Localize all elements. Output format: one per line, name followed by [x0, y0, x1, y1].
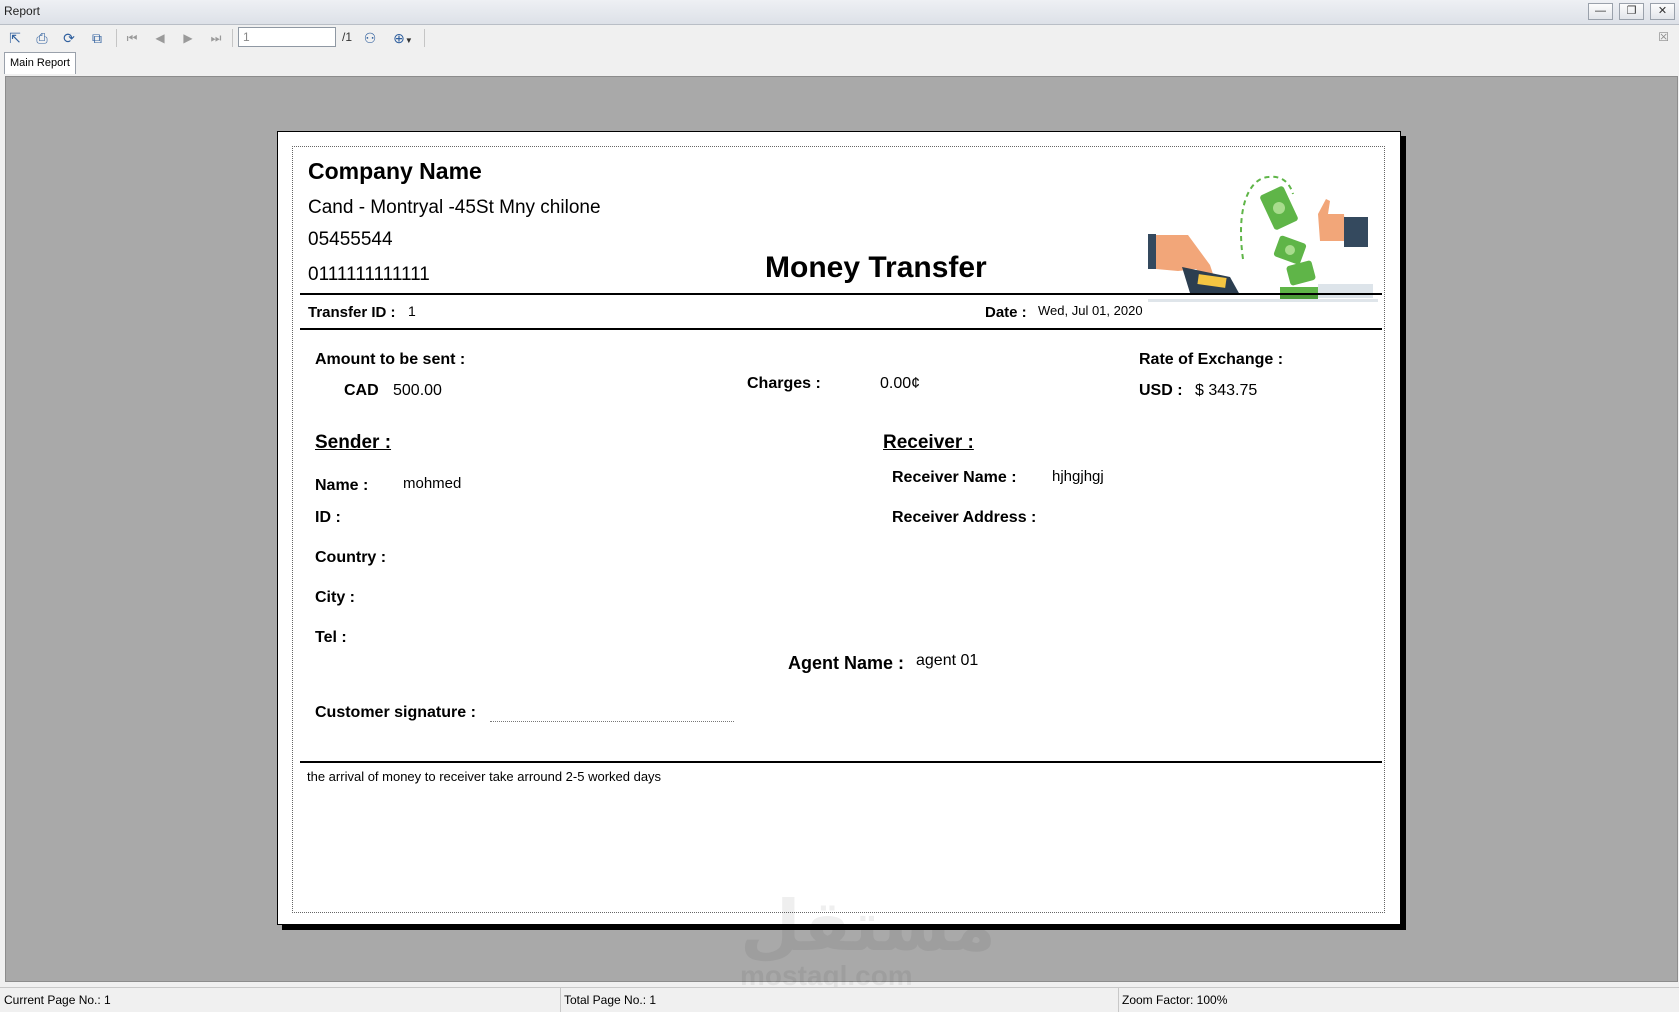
report-frame: Company Name Cand - Montryal -45St Mny c…	[292, 146, 1385, 913]
company-name: Company Name	[308, 158, 482, 184]
page-total-label: /1	[342, 30, 353, 44]
delivery-note: the arrival of money to receiver take ar…	[307, 769, 662, 784]
close-button[interactable]: ✕	[1650, 3, 1675, 20]
currency-label: CAD	[344, 382, 379, 399]
next-page-icon[interactable]: ▶	[178, 29, 198, 47]
prev-page-icon[interactable]: ◀	[150, 29, 170, 47]
last-page-icon[interactable]: ⏭	[206, 29, 226, 47]
window-titlebar: Report — ❐ ✕	[0, 0, 1679, 25]
signature-label: Customer signature :	[315, 704, 476, 721]
minimize-button[interactable]: —	[1588, 3, 1613, 20]
charges-label: Charges :	[747, 375, 821, 392]
find-icon[interactable]: ⚇	[360, 29, 380, 47]
receiver-heading: Receiver :	[883, 432, 974, 453]
copy-icon[interactable]: ⧉	[87, 29, 107, 47]
date-value: Wed, Jul 01, 2020	[1038, 303, 1143, 318]
date-label: Date :	[985, 304, 1027, 321]
status-bar: Current Page No.: 1 Total Page No.: 1 Zo…	[0, 987, 1679, 1012]
page-number-input[interactable]	[238, 27, 336, 47]
transfer-id-value: 1	[408, 303, 416, 319]
info-divider	[300, 328, 1382, 330]
company-phone: 05455544	[308, 229, 393, 250]
export-icon[interactable]: ⇱	[5, 29, 25, 47]
transfer-id-label: Transfer ID :	[308, 304, 396, 321]
status-current-page: Current Page No.: 1	[4, 993, 111, 1007]
agent-name-label: Agent Name :	[788, 653, 905, 673]
receiver-name-label: Receiver Name :	[892, 469, 1017, 486]
charges-value: 0.00¢	[880, 375, 921, 392]
company-address: Cand - Montryal -45St Mny chilone	[308, 197, 601, 218]
sender-name-value: mohmed	[403, 475, 462, 492]
footer-divider	[300, 761, 1382, 763]
watermark-arabic: مستقل	[740, 885, 997, 967]
receiver-name-value: hjhgjhgj	[1052, 468, 1104, 485]
company-phone-alt: 0111111111111	[308, 264, 430, 285]
money-transfer-illustration	[1148, 175, 1378, 302]
sender-id-label: ID :	[315, 509, 341, 526]
sender-tel-label: Tel :	[315, 629, 347, 646]
window-title: Report	[4, 4, 41, 18]
first-page-icon[interactable]: ⏮	[122, 29, 142, 47]
sender-city-label: City :	[315, 589, 355, 606]
sender-heading: Sender :	[315, 432, 392, 453]
zoom-icon[interactable]: ⊕▼	[388, 29, 418, 47]
receiver-address-label: Receiver Address :	[892, 509, 1037, 526]
signature-line	[490, 721, 734, 722]
tab-main-report[interactable]: Main Report	[4, 52, 76, 74]
header-divider	[300, 293, 1382, 295]
report-title: Money Transfer	[765, 251, 987, 284]
panel-close-icon[interactable]: ☒	[1658, 30, 1669, 44]
report-page: Company Name Cand - Montryal -45St Mny c…	[277, 131, 1401, 925]
amount-value: 500.00	[393, 382, 442, 399]
restore-button[interactable]: ❐	[1619, 3, 1644, 20]
status-zoom: Zoom Factor: 100%	[1122, 993, 1228, 1007]
print-icon[interactable]: ⎙	[32, 29, 52, 47]
usd-label: USD :	[1139, 382, 1183, 399]
agent-name-value: agent 01	[916, 652, 979, 669]
usd-value: $ 343.75	[1195, 382, 1258, 399]
sender-name-label: Name :	[315, 477, 369, 494]
tab-strip: Main Report	[0, 52, 1679, 75]
refresh-icon[interactable]: ⟳	[59, 29, 79, 47]
status-total-page: Total Page No.: 1	[564, 993, 657, 1007]
amount-label: Amount to be sent :	[315, 351, 466, 368]
rate-label: Rate of Exchange :	[1139, 351, 1284, 368]
sender-country-label: Country :	[315, 549, 387, 566]
